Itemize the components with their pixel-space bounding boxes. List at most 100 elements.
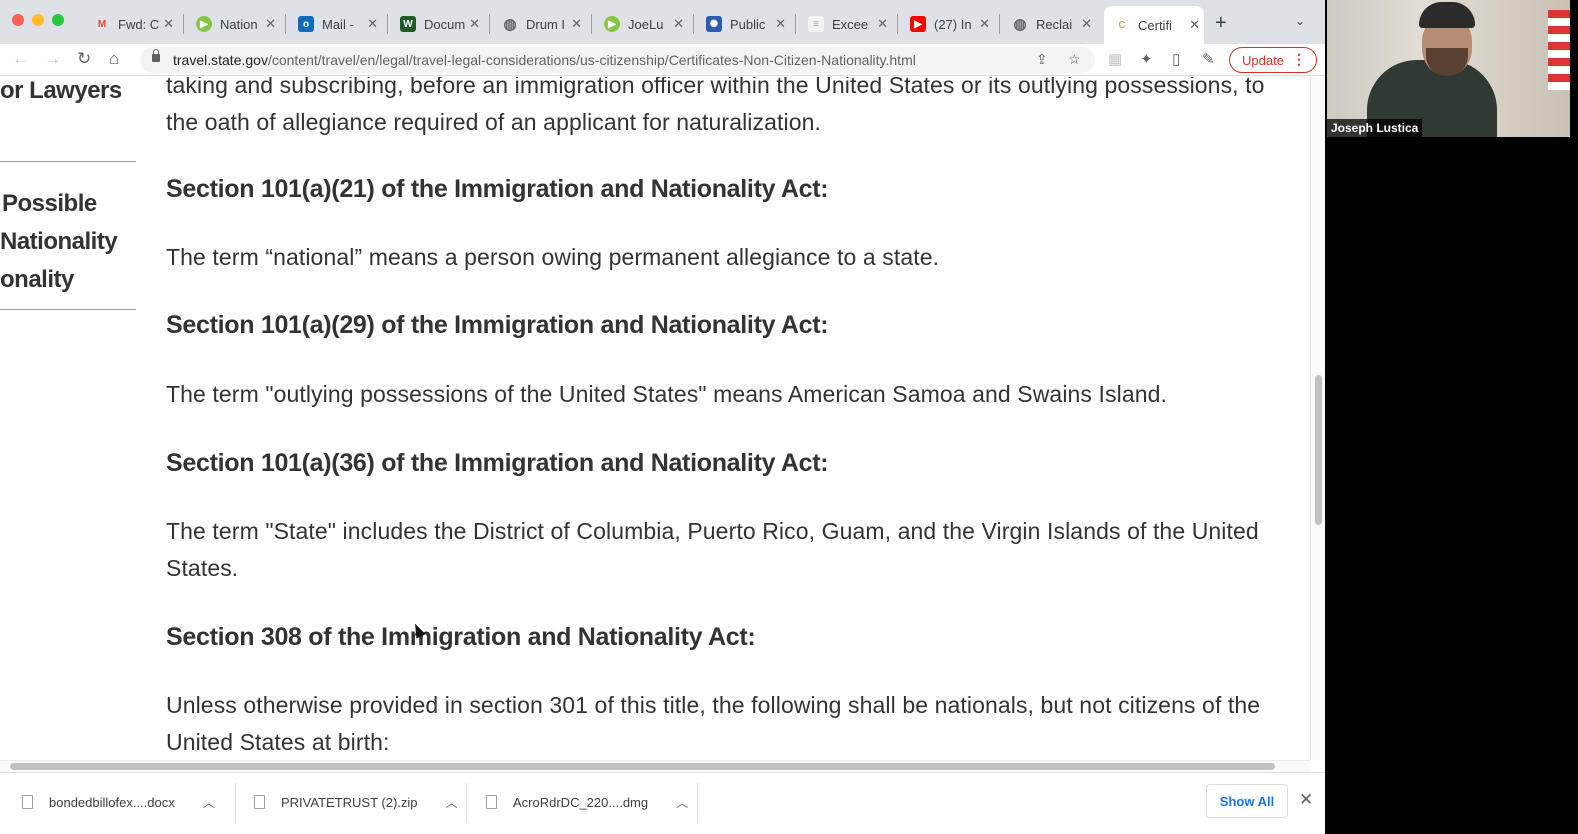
rumble-icon: ▶	[196, 16, 212, 32]
paragraph-outlying-possessions: The term "outlying possessions of the Un…	[166, 381, 1167, 407]
divider	[697, 783, 698, 823]
divider	[235, 783, 236, 823]
sidenav-item-lawyers[interactable]: or Lawyers	[0, 77, 122, 105]
more-menu-icon[interactable]: ⋮	[1292, 51, 1306, 68]
tab-title: Docum	[424, 16, 466, 32]
minimize-window-button[interactable]	[32, 14, 44, 26]
close-tab-icon[interactable]: ✕	[775, 16, 786, 32]
address-bar[interactable]: travel.state.gov/content/travel/en/legal…	[140, 47, 1095, 73]
side-panel-icon[interactable]: ▯	[1172, 50, 1180, 68]
browser-tab[interactable]: W Docum ✕	[394, 8, 484, 40]
sidenav-line: Nationality	[0, 228, 118, 255]
heading-section-308: Section 308 of the Immigration and Natio…	[166, 623, 756, 651]
paragraph-oath: taking and subscribing, before an immigr…	[166, 77, 1265, 135]
tab-title: Public	[730, 16, 766, 32]
tab-separator	[795, 14, 796, 34]
tab-separator	[999, 14, 1000, 34]
chevron-up-icon[interactable]: ︿	[203, 794, 215, 811]
url-path: /content/travel/en/legal/travel-legal-co…	[267, 52, 916, 68]
doc-page-icon: ≡	[808, 16, 824, 32]
tab-separator	[897, 14, 898, 34]
tab-title: Excee	[832, 16, 869, 32]
close-download-shelf-icon[interactable]: ✕	[1299, 790, 1313, 810]
close-window-button[interactable]	[12, 14, 24, 26]
close-tab-icon[interactable]: ✕	[571, 16, 582, 32]
document-icon: W	[400, 16, 416, 32]
tab-title: Nation	[220, 16, 258, 32]
browser-tab[interactable]: o Mail - ✕	[292, 8, 382, 40]
paragraph-national: The term “national” means a person owing…	[166, 244, 940, 270]
globe-icon: ◍	[503, 16, 517, 33]
sidenav-item-nationality[interactable]: Possible Nationality onality	[0, 185, 118, 299]
browser-tab[interactable]: ◍ Reclai ✕	[1006, 8, 1096, 40]
participant-name-label: Joseph Lustica	[1327, 119, 1423, 137]
browser-tab[interactable]: ≡ Excee ✕	[802, 8, 892, 40]
download-filename: bondedbillofex....docx	[49, 794, 175, 810]
download-item[interactable]: PRIVATETRUST (2).zip ︿	[254, 773, 458, 831]
download-item[interactable]: bondedbillofex....docx ︿	[22, 773, 215, 831]
close-tab-icon[interactable]: ✕	[163, 16, 174, 32]
close-tab-icon[interactable]: ✕	[673, 16, 684, 32]
horizontal-scroll-thumb[interactable]	[10, 763, 1275, 770]
close-tab-icon[interactable]: ✕	[469, 16, 480, 32]
browser-tab[interactable]: M Fwd: C ✕	[88, 8, 178, 40]
close-tab-icon[interactable]: ✕	[877, 16, 888, 32]
maximize-window-button[interactable]	[52, 14, 64, 26]
tab-title: Fwd: C	[118, 16, 160, 32]
bookmark-star-icon[interactable]: ☆	[1068, 51, 1081, 68]
paragraph-section-308: Unless otherwise provided in section 301…	[166, 692, 1261, 755]
divider	[0, 309, 136, 310]
horizontal-scrollbar[interactable]	[0, 760, 1310, 772]
download-shelf: bondedbillofex....docx ︿ PRIVATETRUST (2…	[0, 772, 1325, 834]
url-text[interactable]: travel.state.gov/content/travel/en/legal…	[173, 52, 916, 68]
outlook-icon: o	[298, 16, 314, 32]
download-item[interactable]: AcroRdrDC_220....dmg ︿	[486, 773, 688, 831]
back-button[interactable]: ←	[12, 49, 29, 69]
paragraph-state: The term "State" includes the District o…	[166, 518, 1259, 581]
participant-video: Joseph Lustica	[1327, 0, 1570, 137]
close-tab-icon[interactable]: ✕	[1189, 17, 1200, 33]
close-tab-icon[interactable]: ✕	[367, 16, 378, 32]
close-tab-icon[interactable]: ✕	[979, 16, 990, 32]
browser-tab[interactable]: ◍ Drum I ✕	[496, 8, 586, 40]
browser-tab[interactable]: C Certifi ✕	[1104, 6, 1204, 44]
tab-strip: M Fwd: C ✕ ▶ Nation ✕ o Mail - ✕ W Docum ✕ ◍ Drum I ✕…	[0, 0, 1325, 44]
browser-tab[interactable]: ▶ (27) In ✕	[904, 8, 994, 40]
close-tab-icon[interactable]: ✕	[265, 16, 276, 32]
lock-icon[interactable]	[152, 49, 160, 62]
new-tab-button[interactable]: +	[1215, 12, 1227, 35]
youtube-icon: ▶	[910, 16, 926, 32]
tab-separator	[693, 14, 694, 34]
vertical-scroll-thumb[interactable]	[1315, 375, 1322, 525]
browser-tab[interactable]: ✺ Public ✕	[700, 8, 790, 40]
browser-tab[interactable]: ▶ Nation ✕	[190, 8, 280, 40]
url-host: travel.state.gov	[173, 52, 268, 68]
show-all-downloads-button[interactable]: Show All	[1206, 784, 1288, 818]
chevron-up-icon[interactable]: ︿	[676, 794, 688, 811]
globe-icon: ◍	[1013, 16, 1027, 33]
tab-search-button[interactable]: ⌄	[1295, 14, 1305, 28]
vertical-scrollbar[interactable]	[1310, 77, 1325, 760]
toolbar: ← → ↻ ⌂ travel.state.gov/content/travel/…	[0, 44, 1325, 76]
extension-icon[interactable]: ▦	[1108, 50, 1122, 68]
forward-button[interactable]: →	[44, 49, 61, 69]
browser-tab[interactable]: ▶ JoeLu ✕	[598, 8, 688, 40]
extensions-puzzle-icon[interactable]: ✦	[1140, 50, 1153, 68]
chevron-up-icon[interactable]: ︿	[446, 794, 458, 811]
profile-avatar-icon[interactable]: ✎	[1202, 50, 1215, 68]
close-tab-icon[interactable]: ✕	[1081, 16, 1092, 32]
tab-separator	[285, 14, 286, 34]
update-button[interactable]: Update ⋮	[1229, 47, 1317, 73]
heading-section-101a21: Section 101(a)(21) of the Immigration an…	[166, 175, 829, 203]
file-icon	[22, 795, 33, 809]
home-button[interactable]: ⌂	[109, 49, 119, 69]
reload-button[interactable]: ↻	[77, 49, 91, 69]
share-icon[interactable]: ⇪	[1036, 51, 1048, 68]
flag-image	[1548, 10, 1570, 90]
page-content: or Lawyers Possible Nationality onality …	[0, 77, 1310, 760]
browser-window: M Fwd: C ✕ ▶ Nation ✕ o Mail - ✕ W Docum ✕ ◍ Drum I ✕…	[0, 0, 1325, 834]
tab-separator	[489, 14, 490, 34]
divider	[0, 161, 136, 162]
sidenav-line: Possible	[2, 190, 97, 217]
gmail-icon: M	[97, 18, 107, 30]
